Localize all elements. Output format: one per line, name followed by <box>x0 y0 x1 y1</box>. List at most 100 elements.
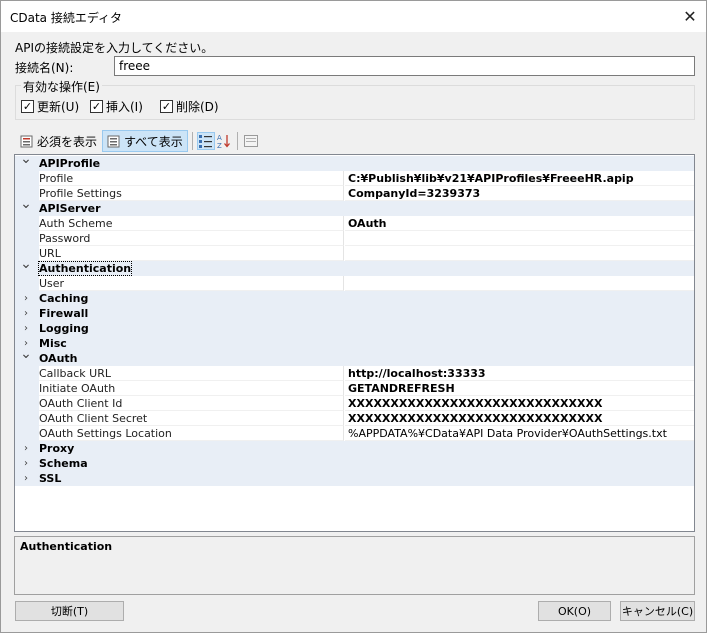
category-name: Firewall <box>39 307 89 320</box>
chevron-right-icon[interactable]: › <box>19 441 33 456</box>
property-row[interactable]: URL <box>15 246 694 261</box>
property-value[interactable]: http://localhost:33333 <box>345 366 694 381</box>
property-value[interactable]: XXXXXXXXXXXXXXXXXXXXXXXXXXXXXX <box>345 396 694 411</box>
svg-text:A: A <box>217 134 222 142</box>
list-icon <box>107 135 120 147</box>
category-name: OAuth <box>39 352 78 365</box>
chevron-down-icon[interactable]: ⌄ <box>19 155 33 167</box>
property-value[interactable]: OAuth <box>345 216 694 231</box>
connection-editor-window: CData 接続エディタ ✕ APIの接続設定を入力してください。 接続名(N)… <box>0 0 707 633</box>
property-name: Initiate OAuth <box>39 381 344 396</box>
category-name: Logging <box>39 322 89 335</box>
row-gutter <box>15 411 39 426</box>
update-label: 更新(U) <box>37 100 80 114</box>
description-panel: Authentication <box>14 536 695 595</box>
property-grid[interactable]: ⌄ APIProfile Profile C:¥Publish¥lib¥v21¥API… <box>14 154 695 532</box>
connection-name-label: 接続名(N): <box>15 61 74 75</box>
category-row[interactable]: › Proxy <box>15 441 694 456</box>
property-value[interactable] <box>345 276 694 291</box>
property-value[interactable]: GETANDREFRESH <box>345 381 694 396</box>
description-title: Authentication <box>20 540 113 553</box>
property-name: OAuth Settings Location <box>39 426 344 441</box>
connection-name-input[interactable] <box>114 56 695 76</box>
row-gutter <box>15 426 39 441</box>
property-name: Profile <box>39 171 344 186</box>
row-gutter <box>15 171 39 186</box>
property-row[interactable]: Initiate OAuth GETANDREFRESH <box>15 381 694 396</box>
category-row[interactable]: ⌄ APIProfile <box>15 155 694 171</box>
cancel-button[interactable]: キャンセル(C) <box>620 601 695 621</box>
sort-alphabetical-icon[interactable]: A Z <box>215 132 233 150</box>
property-name: Auth Scheme <box>39 216 344 231</box>
list-icon <box>20 135 33 147</box>
property-row[interactable]: Callback URL http://localhost:33333 <box>15 366 694 381</box>
property-value[interactable] <box>345 246 694 261</box>
category-row[interactable]: › Schema <box>15 456 694 471</box>
property-name: OAuth Client Secret <box>39 411 344 426</box>
category-row[interactable]: › Logging <box>15 321 694 336</box>
property-toolbar: 必須を表示 すべて表示 A Z <box>15 129 260 153</box>
category-name: Caching <box>39 292 89 305</box>
category-name: Schema <box>39 457 88 470</box>
delete-checkbox[interactable]: ✓ 削除(D) <box>160 98 219 115</box>
category-row[interactable]: › Caching <box>15 291 694 306</box>
chevron-down-icon[interactable]: ⌄ <box>19 196 33 212</box>
property-row[interactable]: OAuth Settings Location %APPDATA%¥CData¥A… <box>15 426 694 441</box>
row-gutter <box>15 366 39 381</box>
delete-label: 削除(D) <box>176 100 219 114</box>
property-value[interactable]: XXXXXXXXXXXXXXXXXXXXXXXXXXXXXX <box>345 411 694 426</box>
insert-checkbox[interactable]: ✓ 挿入(I) <box>90 98 143 115</box>
property-value[interactable]: %APPDATA%¥CData¥API Data Provider¥OAuthS… <box>345 426 694 441</box>
checkbox-check-icon: ✓ <box>90 100 103 113</box>
title-bar: CData 接続エディタ ✕ <box>1 1 706 32</box>
categorized-view-icon[interactable] <box>196 132 215 150</box>
row-gutter <box>15 396 39 411</box>
ok-button[interactable]: OK(O) <box>538 601 611 621</box>
property-row[interactable]: User <box>15 276 694 291</box>
category-name: Proxy <box>39 442 75 455</box>
property-name: Callback URL <box>39 366 344 381</box>
chevron-right-icon[interactable]: › <box>19 471 33 486</box>
category-name: Misc <box>39 337 67 350</box>
category-row[interactable]: › Misc <box>15 336 694 351</box>
property-row[interactable]: Profile C:¥Publish¥lib¥v21¥APIProfiles¥Fr… <box>15 171 694 186</box>
category-row[interactable]: ⌄ Authentication <box>15 256 694 276</box>
row-gutter <box>15 216 39 231</box>
show-all-button[interactable]: すべて表示 <box>102 130 188 152</box>
toolbar-separator <box>191 132 193 150</box>
chevron-down-icon[interactable]: ⌄ <box>19 346 33 362</box>
checkbox-check-icon: ✓ <box>160 100 173 113</box>
chevron-right-icon[interactable]: › <box>19 321 33 336</box>
property-name: OAuth Client Id <box>39 396 344 411</box>
category-row[interactable]: › Firewall <box>15 306 694 321</box>
toolbar-separator <box>236 132 238 150</box>
property-pages-icon[interactable] <box>242 132 260 150</box>
disconnect-button[interactable]: 切断(T) <box>15 601 124 621</box>
category-name: APIServer <box>39 202 101 215</box>
property-value[interactable]: C:¥Publish¥lib¥v21¥APIProfiles¥FreeeHR.a… <box>345 171 694 186</box>
property-row[interactable]: OAuth Client Id XXXXXXXXXXXXXXXXXXXXXXXXX… <box>15 396 694 411</box>
enabled-operations-legend: 有効な操作(E) <box>21 78 102 95</box>
chevron-down-icon[interactable]: ⌄ <box>19 256 33 272</box>
property-value[interactable] <box>345 231 694 246</box>
property-row[interactable]: Profile Settings CompanyId=3239373 <box>15 186 694 201</box>
chevron-right-icon[interactable]: › <box>19 456 33 471</box>
show-required-button[interactable]: 必須を表示 <box>15 130 102 152</box>
category-row[interactable]: ⌄ OAuth <box>15 346 694 366</box>
close-icon[interactable]: ✕ <box>674 1 706 31</box>
update-checkbox[interactable]: ✓ 更新(U) <box>21 98 79 115</box>
chevron-right-icon[interactable]: › <box>19 306 33 321</box>
row-gutter <box>15 381 39 396</box>
property-name: User <box>39 276 344 291</box>
property-value[interactable]: CompanyId=3239373 <box>345 186 694 201</box>
checkbox-check-icon: ✓ <box>21 100 34 113</box>
property-name: URL <box>39 246 344 261</box>
property-row[interactable]: Auth Scheme OAuth <box>15 216 694 231</box>
category-row[interactable]: ⌄ APIServer <box>15 196 694 216</box>
property-row[interactable]: OAuth Client Secret XXXXXXXXXXXXXXXXXXXXX… <box>15 411 694 426</box>
chevron-right-icon[interactable]: › <box>19 291 33 306</box>
property-row[interactable]: Password <box>15 231 694 246</box>
property-name: Password <box>39 231 344 246</box>
window-title: CData 接続エディタ <box>10 11 123 25</box>
category-row[interactable]: › SSL <box>15 471 694 486</box>
